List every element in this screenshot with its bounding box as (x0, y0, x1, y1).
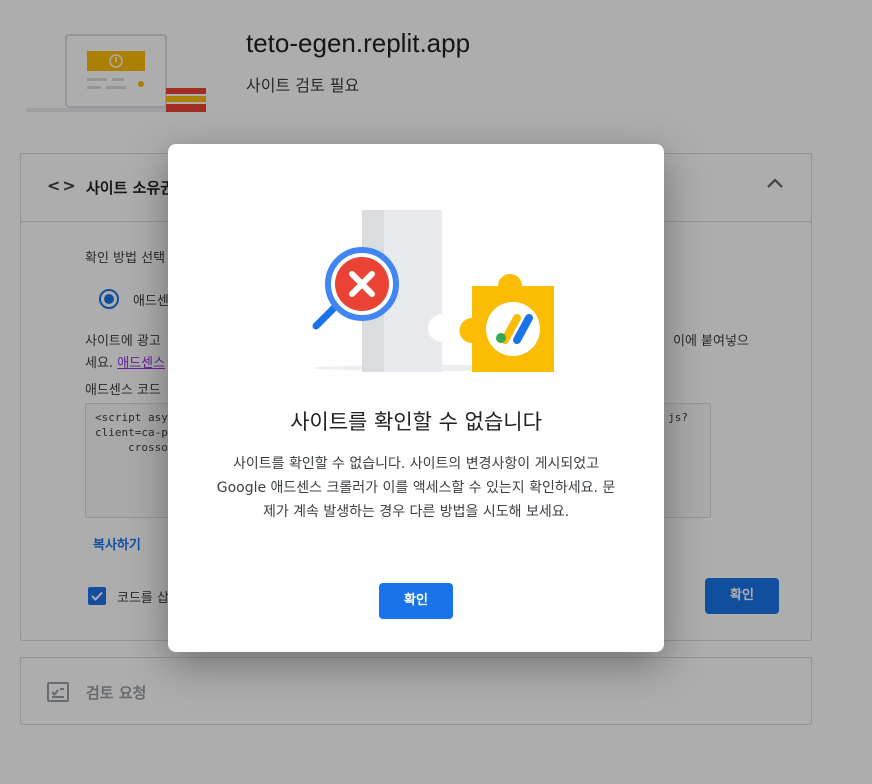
dialog-confirm-button[interactable]: 확인 (379, 583, 453, 619)
dialog-message: 사이트를 확인할 수 없습니다. 사이트의 변경사항이 게시되었고 Google… (216, 456, 616, 520)
dialog-title: 사이트를 확인할 수 없습니다 (290, 410, 542, 434)
error-dialog: 사이트를 확인할 수 없습니다 사이트를 확인할 수 없습니다. 사이트의 변경… (168, 144, 664, 652)
magnifier-error-puzzle-icon (312, 210, 554, 372)
